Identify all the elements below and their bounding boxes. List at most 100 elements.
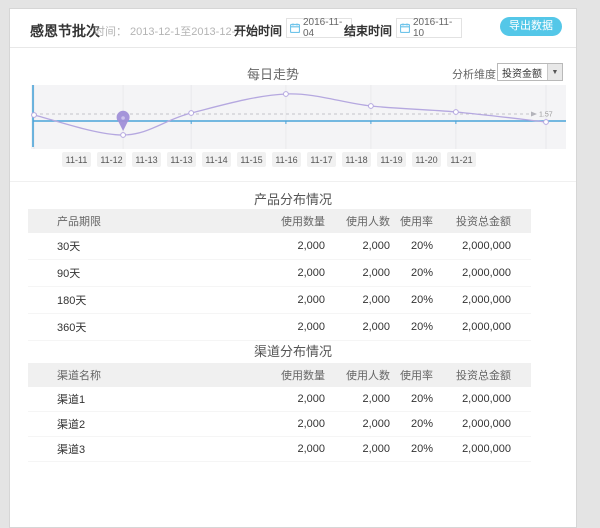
table-cell: 180天 (28, 287, 245, 314)
export-data-button[interactable]: 导出数据 (500, 17, 562, 36)
table-spacer (511, 260, 531, 287)
table-spacer (511, 412, 531, 437)
table-cell: 2,000,000 (433, 260, 511, 287)
table-spacer (511, 387, 531, 412)
product-table-title: 产品分布情况 (10, 189, 576, 208)
start-date-value: 2016-11-04 (303, 17, 348, 39)
table-cell: 2,000 (245, 314, 325, 341)
table-row: 渠道22,0002,00020%2,000,000 (28, 412, 531, 437)
calendar-icon (400, 23, 410, 33)
table-cell: 20% (390, 437, 433, 462)
data-point-marker (189, 111, 194, 116)
table-cell: 渠道1 (28, 387, 245, 412)
x-axis-label: 11-19 (377, 152, 406, 167)
data-point-marker (453, 110, 458, 115)
table-cell: 2,000 (325, 233, 390, 260)
x-axis-label: 11-11 (62, 152, 91, 167)
table-cell: 90天 (28, 260, 245, 287)
table-header-row: 产品期限使用数量使用人数使用率投资总金额 (28, 209, 531, 233)
section-divider (10, 181, 576, 182)
data-point-marker (368, 104, 373, 109)
table-cell: 2,000,000 (433, 314, 511, 341)
column-header: 使用人数 (325, 209, 390, 233)
column-header: 使用人数 (325, 363, 390, 387)
table-cell: 2,000 (325, 314, 390, 341)
table-cell: 2,000 (245, 437, 325, 462)
table-cell: 2,000 (245, 287, 325, 314)
table-cell: 渠道3 (28, 437, 245, 462)
table-cell: 30天 (28, 233, 245, 260)
end-date-value: 2016-11-10 (413, 17, 458, 39)
dashboard-card: 感恩节批次 时间： 2013-12-1至2013-12-2 开始时间 2016-… (9, 8, 577, 528)
data-point-marker (32, 113, 37, 118)
table-cell: 2,000,000 (433, 412, 511, 437)
table-spacer (511, 363, 531, 387)
dimension-select[interactable]: 投资金额 ▼ (497, 63, 563, 81)
table-cell: 2,000 (325, 412, 390, 437)
calendar-icon (290, 23, 300, 33)
column-header: 投资总金额 (433, 209, 511, 233)
data-point-marker (284, 92, 289, 97)
column-header: 使用数量 (245, 209, 325, 233)
table-cell: 2,000 (325, 287, 390, 314)
x-axis-label: 11-13 (132, 152, 161, 167)
average-arrow-icon (531, 112, 537, 117)
table-cell: 20% (390, 233, 433, 260)
table-spacer (511, 437, 531, 462)
table-cell: 20% (390, 260, 433, 287)
x-axis-label: 11-18 (342, 152, 371, 167)
batch-time-range: 时间： 2013-12-1至2013-12-2 (94, 23, 241, 39)
header-bar: 感恩节批次 时间： 2013-12-1至2013-12-2 开始时间 2016-… (10, 9, 576, 48)
highlight-balloon-marker[interactable] (117, 111, 130, 131)
daily-trend-chart[interactable]: 1.57 (31, 85, 566, 149)
start-time-label: 开始时间 (234, 22, 282, 39)
table-spacer (511, 287, 531, 314)
x-axis-label: 11-21 (447, 152, 476, 167)
data-point-marker (121, 133, 126, 138)
table-cell: 2,000 (325, 387, 390, 412)
start-date-input[interactable]: 2016-11-04 (286, 18, 352, 38)
table-spacer (511, 233, 531, 260)
table-row: 30天2,0002,00020%2,000,000 (28, 233, 531, 260)
column-header: 使用率 (390, 363, 433, 387)
table-cell: 2,000,000 (433, 287, 511, 314)
table-row: 渠道12,0002,00020%2,000,000 (28, 387, 531, 412)
table-cell: 渠道2 (28, 412, 245, 437)
analysis-dimension-label: 分析维度 (452, 66, 496, 82)
dimension-select-value: 投资金额 (498, 65, 547, 80)
table-spacer (511, 209, 531, 233)
table-cell: 20% (390, 287, 433, 314)
x-axis-label: 11-15 (237, 152, 266, 167)
x-axis-label: 11-14 (202, 152, 231, 167)
table-cell: 2,000,000 (433, 233, 511, 260)
end-time-label: 结束时间 (344, 22, 392, 39)
table-row: 渠道32,0002,00020%2,000,000 (28, 437, 531, 462)
column-header: 使用数量 (245, 363, 325, 387)
table-cell: 2,000 (245, 412, 325, 437)
x-axis-label: 11-20 (412, 152, 441, 167)
chevron-down-icon: ▼ (547, 64, 562, 80)
table-cell: 20% (390, 412, 433, 437)
table-cell: 2,000,000 (433, 437, 511, 462)
table-cell: 2,000 (245, 233, 325, 260)
channel-table-title: 渠道分布情况 (10, 341, 576, 360)
column-header: 渠道名称 (28, 363, 245, 387)
trend-line (34, 94, 546, 135)
data-point-marker (544, 120, 549, 125)
table-cell: 2,000 (325, 260, 390, 287)
end-date-input[interactable]: 2016-11-10 (396, 18, 462, 38)
column-header: 投资总金额 (433, 363, 511, 387)
table-cell: 20% (390, 387, 433, 412)
column-header: 使用率 (390, 209, 433, 233)
average-value-label: 1.57 (539, 112, 553, 119)
x-axis-label: 11-16 (272, 152, 301, 167)
x-axis-label: 11-12 (97, 152, 126, 167)
channel-table: 渠道名称使用数量使用人数使用率投资总金额渠道12,0002,00020%2,00… (28, 363, 531, 462)
table-row: 360天2,0002,00020%2,000,000 (28, 314, 531, 341)
x-axis-label: 11-13 (167, 152, 196, 167)
x-axis-label: 11-17 (307, 152, 336, 167)
table-header-row: 渠道名称使用数量使用人数使用率投资总金额 (28, 363, 531, 387)
table-row: 90天2,0002,00020%2,000,000 (28, 260, 531, 287)
table-cell: 20% (390, 314, 433, 341)
table-cell: 360天 (28, 314, 245, 341)
